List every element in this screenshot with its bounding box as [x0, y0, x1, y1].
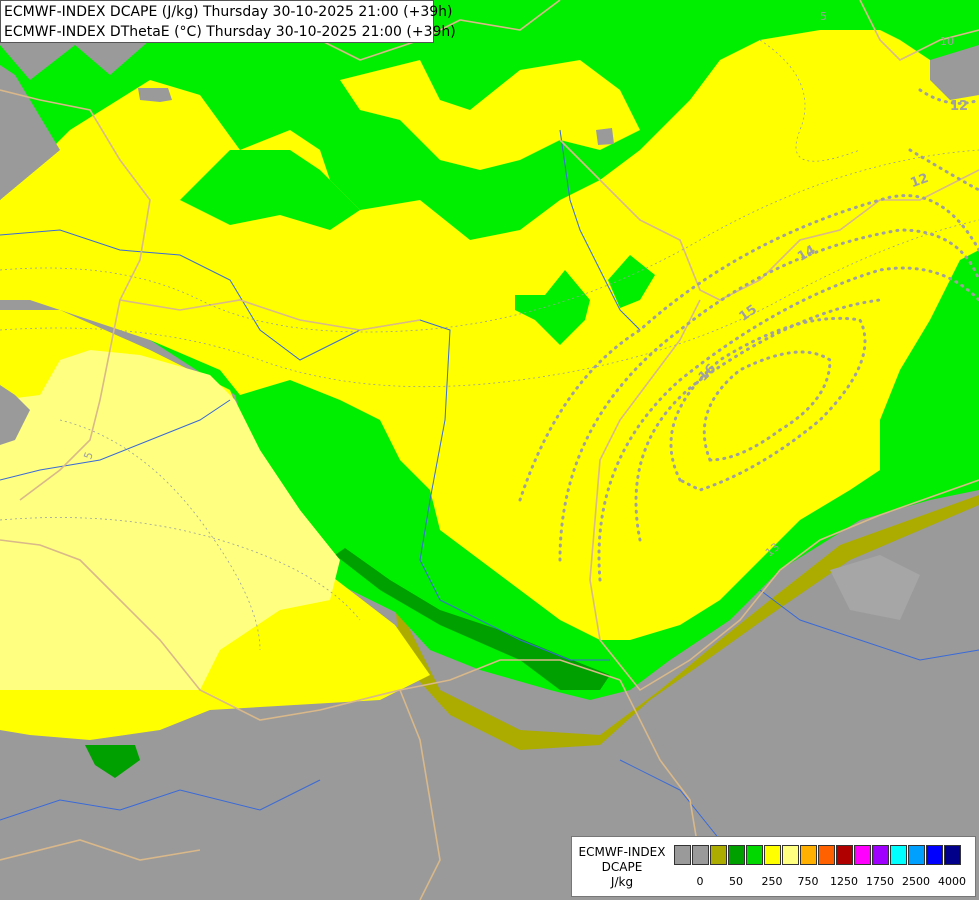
legend-tick-label: 50 [729, 875, 743, 888]
legend-tick-label: 2500 [902, 875, 930, 888]
legend-swatch [944, 845, 961, 865]
color-legend: ECMWF-INDEX DCAPE J/kg 0 50 250 750 1250 1750… [571, 836, 976, 897]
legend-tick-label: 250 [761, 875, 783, 888]
map-title-dcape: ECMWF-INDEX DCAPE (J/kg) Thursday 30-10-… [4, 4, 453, 20]
legend-swatch [710, 845, 727, 865]
legend-swatch [890, 845, 907, 865]
legend-swatch [836, 845, 853, 865]
contour-label: 10 [940, 35, 954, 48]
legend-swatch [746, 845, 763, 865]
legend-tick-label: 0 [696, 875, 704, 888]
legend-tick-labels: 0 50 250 750 1250 1750 2500 4000 [674, 875, 974, 889]
contour-label: 12 [950, 99, 968, 114]
legend-swatch [782, 845, 799, 865]
legend-variable: DCAPE [601, 860, 643, 874]
legend-swatch [728, 845, 745, 865]
map-title-box: ECMWF-INDEX DCAPE (J/kg) Thursday 30-10-… [0, 0, 456, 43]
legend-tick-label: 750 [797, 875, 819, 888]
forecast-map: 5 5 10 12 12 14 15 16 13 [0, 0, 979, 900]
legend-swatch [800, 845, 817, 865]
legend-swatch [692, 845, 709, 865]
no-data-patch-north-2 [596, 128, 614, 145]
no-data-patch-north [138, 88, 172, 102]
legend-unit: J/kg [610, 875, 634, 889]
legend-swatch [764, 845, 781, 865]
legend-model: ECMWF-INDEX [578, 845, 666, 859]
legend-swatch [908, 845, 925, 865]
legend-swatches [674, 845, 962, 867]
legend-title: ECMWF-INDEX DCAPE J/kg [572, 845, 672, 890]
legend-swatch [926, 845, 943, 865]
legend-swatch [818, 845, 835, 865]
legend-tick-label: 1750 [866, 875, 894, 888]
legend-swatch [872, 845, 889, 865]
legend-tick-label: 1250 [830, 875, 858, 888]
legend-swatch [674, 845, 691, 865]
contour-label: 5 [820, 10, 827, 23]
map-title-dthetae: ECMWF-INDEX DThetaE (°C) Thursday 30-10-… [4, 24, 456, 40]
legend-swatch [854, 845, 871, 865]
legend-tick-label: 4000 [938, 875, 966, 888]
